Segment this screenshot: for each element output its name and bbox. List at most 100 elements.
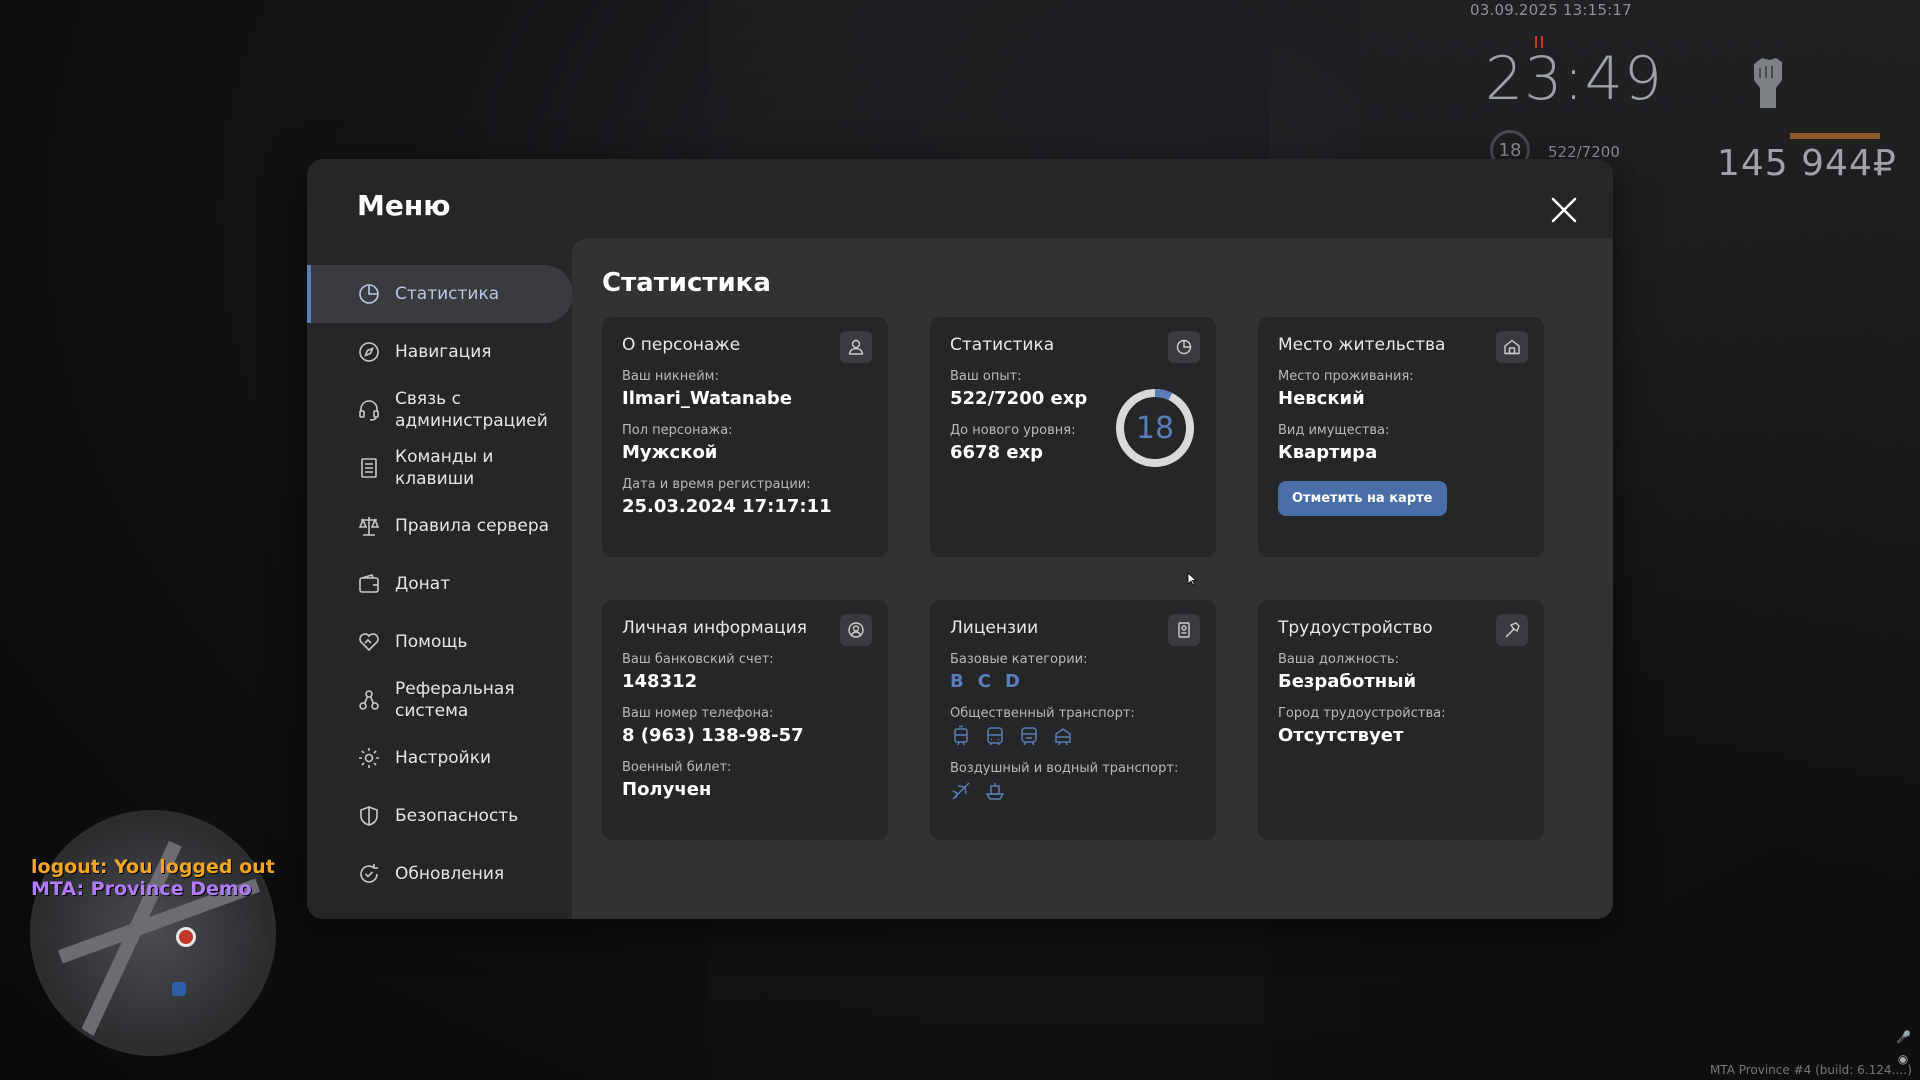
compass-icon: [357, 340, 381, 364]
field-label: Пол персонажа:: [622, 423, 733, 438]
mark-on-map-button[interactable]: Отметить на карте: [1278, 481, 1447, 516]
field-label: Вид имущества:: [1278, 423, 1390, 438]
mouse-cursor-icon: [1187, 572, 1197, 586]
sidebar-item-donate[interactable]: Донат: [307, 555, 573, 613]
shield-icon: [357, 804, 381, 828]
sidebar-item-admin-contact[interactable]: Связь с администрацией: [307, 381, 573, 439]
sidebar-item-label: Реферальная система: [395, 679, 515, 721]
card-title: Трудоустройство: [1278, 618, 1433, 638]
sidebar-item-help[interactable]: Помощь: [307, 613, 573, 671]
minimap: [30, 810, 276, 1056]
sidebar-item-statistics[interactable]: Статистика: [307, 265, 573, 323]
card-title: Статистика: [950, 335, 1055, 355]
card-personal-info: Личная информация Ваш банковский счет: 1…: [602, 600, 888, 840]
menu-window: Меню Статистика Навигация Связь с админи…: [307, 159, 1613, 919]
card-title: Лицензии: [950, 618, 1039, 638]
field-label: Ваша должность:: [1278, 652, 1400, 667]
card-about-character: О персонаже Ваш никнейм: Ilmari_Watanabe…: [602, 317, 888, 557]
sidebar-item-security[interactable]: Безопасность: [307, 787, 573, 845]
registration-value: 25.03.2024 17:17:11: [622, 496, 832, 517]
sidebar-item-label: Статистика: [395, 284, 500, 304]
hud-clock: 23:49: [1485, 44, 1663, 114]
gender-value: Мужской: [622, 442, 718, 463]
sidebar-item-label: Команды и клавиши: [395, 447, 494, 489]
field-label: Общественный транспорт:: [950, 706, 1135, 721]
headset-icon: [357, 398, 381, 422]
content-title: Статистика: [602, 268, 771, 298]
boat-icon: [984, 780, 1006, 802]
hammer-icon: [1496, 614, 1528, 646]
tram-icon: [950, 725, 972, 747]
sidebar-item-label: Помощь: [395, 632, 468, 652]
card-employment: Трудоустройство Ваша должность: Безработ…: [1258, 600, 1544, 840]
field-label: Базовые категории:: [950, 652, 1088, 667]
close-button[interactable]: [1547, 193, 1581, 227]
card-licenses: Лицензии Базовые категории: B C D Общест…: [930, 600, 1216, 840]
referral-network-icon: [357, 688, 381, 712]
document-list-icon: [357, 456, 381, 480]
air-water-transport-icons: [950, 780, 1196, 802]
sidebar-item-label: Обновления: [395, 864, 505, 884]
field-label: Ваш опыт:: [950, 369, 1022, 384]
bank-account-value: 148312: [622, 671, 698, 692]
level-number: 18: [1135, 410, 1175, 446]
job-position-value: Безработный: [1278, 671, 1417, 692]
sidebar-item-updates[interactable]: Обновления: [307, 845, 573, 903]
job-city-value: Отсутствует: [1278, 725, 1404, 746]
wallet-icon: [357, 572, 381, 596]
card-title: Личная информация: [622, 618, 808, 638]
refresh-check-icon: [357, 862, 381, 886]
sidebar-item-label: Навигация: [395, 342, 492, 362]
close-icon: [1551, 197, 1577, 223]
license-card-icon: [1168, 614, 1200, 646]
field-label: Ваш никнейм:: [622, 369, 719, 384]
sidebar-item-navigation[interactable]: Навигация: [307, 323, 573, 381]
field-label: Ваш номер телефона:: [622, 706, 774, 721]
map-blip-icon: [172, 982, 186, 996]
handshake-heart-icon: [357, 630, 381, 654]
field-label: Место проживания:: [1278, 369, 1414, 384]
user-circle-icon: [840, 614, 872, 646]
trolleybus-icon: [1052, 725, 1074, 747]
user-icon: [840, 331, 872, 363]
hud-money: 145 944₽: [1717, 143, 1897, 184]
chat-message: MTA: Province Demo: [31, 878, 252, 900]
military-id-value: Получен: [622, 779, 712, 800]
property-type-value: Квартира: [1278, 442, 1378, 463]
sidebar-item-commands[interactable]: Команды и клавиши: [307, 439, 573, 497]
bus-icon: [984, 725, 1006, 747]
card-statistics: Статистика Ваш опыт: 522/7200 exp До нов…: [930, 317, 1216, 557]
sidebar-item-referral[interactable]: Реферальная система: [307, 671, 573, 729]
field-label: Военный билет:: [622, 760, 732, 775]
field-label: Воздушный и водный транспорт:: [950, 761, 1179, 776]
gear-icon: [357, 746, 381, 770]
train-icon: [1018, 725, 1040, 747]
field-label: Дата и время регистрации:: [622, 477, 811, 492]
player-marker-icon: [176, 927, 196, 947]
sidebar-item-settings[interactable]: Настройки: [307, 729, 573, 787]
sidebar-item-label: Связь с администрацией: [395, 389, 548, 431]
card-title: О персонаже: [622, 335, 741, 355]
sidebar-item-rules[interactable]: Правила сервера: [307, 497, 573, 555]
airplane-icon: [950, 780, 972, 802]
hud-datetime: 03.09.2025 13:15:17: [1470, 1, 1632, 19]
field-label: Ваш банковский счет:: [622, 652, 774, 667]
card-title: Место жительства: [1278, 335, 1446, 355]
build-info: MTA Province #4 (build: 6.124.…): [1709, 1063, 1912, 1077]
pie-chart-icon: [357, 282, 381, 306]
license-category: B: [950, 671, 964, 692]
microphone-icon: 🎤: [1896, 1030, 1911, 1044]
menu-title: Меню: [357, 189, 451, 222]
content-panel: Статистика О персонаже Ваш никнейм: Ilma…: [572, 238, 1613, 919]
license-category: C: [977, 671, 991, 692]
sidebar-item-label: Донат: [395, 574, 451, 594]
license-category: D: [1004, 671, 1020, 692]
license-categories: B C D: [950, 671, 1196, 692]
card-residence: Место жительства Место проживания: Невск…: [1258, 317, 1544, 557]
nickname-value: Ilmari_Watanabe: [622, 388, 792, 409]
house-icon: [1496, 331, 1528, 363]
sidebar-item-label: Правила сервера: [395, 516, 550, 536]
sidebar: Статистика Навигация Связь с администрац…: [307, 265, 573, 903]
field-label: Город трудоустройства:: [1278, 706, 1446, 721]
scales-icon: [357, 514, 381, 538]
